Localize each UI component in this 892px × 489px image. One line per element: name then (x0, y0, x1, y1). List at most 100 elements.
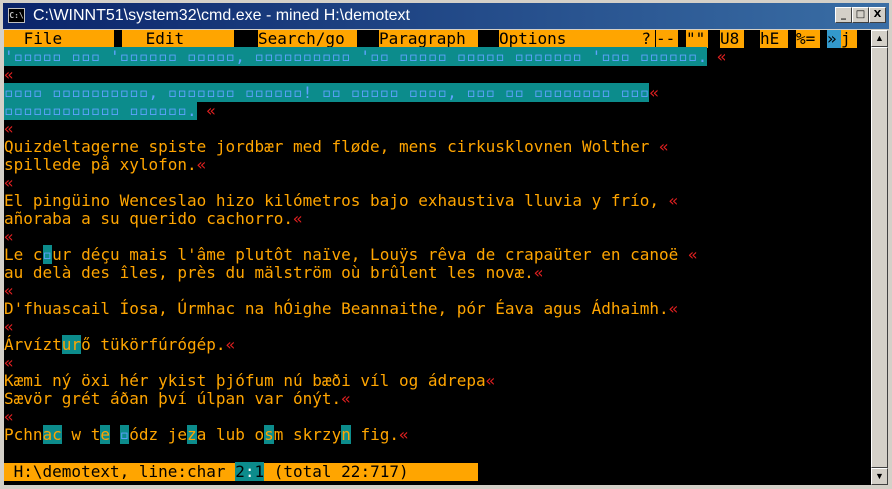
highlighted-text: s (264, 425, 274, 444)
text-content: El pingüino Wenceslao hizo kilómetros ba… (4, 191, 669, 210)
text-content: ▫▫▫▫▫▫▫▫▫▫▫▫ ▫▫▫▫▫▫. (4, 101, 197, 120)
text-content: ő tükörfúrógép. (81, 335, 226, 354)
text-line-20[interactable]: Sævör grét áðan því úlpan var ónýt.« (4, 390, 351, 408)
text-line-19[interactable]: Kæmi ný öxi hér ykist þjófum nú bæði víl… (4, 372, 495, 390)
highlighted-text: ac (42, 425, 62, 444)
text-line-21[interactable]: « (4, 408, 14, 426)
text-content: spillede på xylofon. (4, 155, 197, 174)
close-button[interactable]: X (869, 7, 886, 23)
text-content: Árvízt (4, 335, 62, 354)
menu-search[interactable]: Search/go (258, 30, 357, 48)
text-content: Quizdeltagerne spiste jordbær med fløde,… (4, 137, 660, 156)
text-line-2[interactable]: « (4, 66, 14, 84)
text-content: ódz je (129, 425, 188, 444)
text-line-5[interactable]: « (4, 120, 14, 138)
text-content: au delà des îles, près du mälström où br… (4, 263, 534, 282)
text-line-14[interactable]: « (4, 282, 14, 300)
cmd-icon[interactable]: C:\ (8, 8, 25, 23)
text-line-3[interactable]: ▫▫▫▫ ▫▫▫▫▫▫▫▫▫▫, ▫▫▫▫▫▫▫ ▫▫▫▫▫▫! ▫▫ ▫▫▫▫… (4, 83, 660, 102)
menu-help[interactable]: ? (599, 30, 655, 48)
highlighted-text: n (341, 425, 351, 444)
text-line-16[interactable]: « (4, 318, 14, 336)
text-content: m skrzy (273, 425, 342, 444)
eol-marker: « (533, 263, 544, 282)
unrenderable-glyph: ▫ (42, 245, 53, 264)
highlighted-text: ur (61, 335, 82, 354)
text-line-15[interactable]: D'fhuascail Íosa, Úrmhac na hÓighe Beann… (4, 300, 678, 318)
menu-paragraph[interactable]: Paragraph (379, 30, 478, 48)
menu-file[interactable]: File (4, 30, 114, 48)
menu-bar: File Edit Search/go Paragraph Options ? … (4, 30, 871, 48)
text-line-7[interactable]: spillede på xylofon.« (4, 156, 206, 174)
maximize-button[interactable]: □ (852, 7, 869, 23)
eol-marker: « (668, 191, 679, 210)
text-content: añoraba a su querido cachorro. (4, 209, 293, 228)
eol-marker: « (196, 101, 216, 120)
status-bar: H:\demotext, line:char 2:1 (total 22:717… (4, 462, 478, 481)
text-line-22[interactable]: Pchnac w te ▫ódz jeza lub osm skrzyn fig… (4, 425, 409, 444)
text-line-12[interactable]: Le c▫ur déçu mais l'âme plutôt naïve, Lo… (4, 245, 698, 264)
eol-marker: « (399, 425, 409, 444)
text-content: ur déçu mais l'âme plutôt naïve, Louÿs r… (52, 245, 688, 264)
text-content: Le c (4, 245, 43, 264)
eol-marker: « (707, 47, 727, 66)
window-title: C:\WINNT51\system32\cmd.exe - mined H:\d… (33, 7, 410, 24)
status-filename: H:\demotext, line:char (4, 462, 236, 481)
text-content: fig. (350, 425, 400, 444)
text-line-17[interactable]: Árvízturő tükörfúrógép.« (4, 335, 236, 354)
menu-he-toggle[interactable]: hE (760, 30, 788, 48)
scroll-up-arrow-icon[interactable]: ▲ (871, 30, 888, 47)
scroll-down-arrow-icon[interactable]: ▼ (871, 468, 888, 485)
text-content: Pchn (4, 425, 43, 444)
console-area[interactable]: File Edit Search/go Paragraph Options ? … (4, 30, 871, 485)
title-bar[interactable]: C:\ C:\WINNT51\system32\cmd.exe - mined … (3, 3, 889, 29)
text-line-8[interactable]: « (4, 174, 14, 192)
menu-options[interactable]: Options (499, 30, 599, 48)
text-line-11[interactable]: « (4, 228, 14, 246)
eol-marker: « (292, 209, 303, 228)
eol-marker: « (341, 389, 351, 408)
text-content (110, 425, 120, 444)
eol-marker: « (4, 173, 14, 192)
status-char-number: 1 (254, 462, 265, 481)
text-content: a lub o (196, 425, 265, 444)
eol-marker: « (649, 83, 660, 102)
text-line-4[interactable]: ▫▫▫▫▫▫▫▫▫▫▫▫ ▫▫▫▫▫▫. « (4, 101, 216, 120)
eol-marker: « (4, 407, 14, 426)
text-line-9[interactable]: El pingüino Wenceslao hizo kilómetros ba… (4, 192, 678, 210)
highlighted-text: e (100, 425, 110, 444)
menu-quote-toggle[interactable]: "" (686, 30, 708, 48)
minimize-button[interactable]: _ (835, 7, 852, 23)
eol-marker: « (4, 353, 14, 372)
eol-marker: « (485, 371, 496, 390)
menu-percent[interactable]: %= (796, 30, 820, 48)
text-content: D'fhuascail Íosa, Úrmhac na hÓighe Beann… (4, 299, 669, 318)
eol-marker: « (225, 335, 236, 354)
eol-marker: « (4, 227, 14, 246)
menu-encoding[interactable]: U8 (720, 30, 744, 48)
text-line-10[interactable]: añoraba a su querido cachorro.« (4, 210, 303, 228)
text-line-1[interactable]: '▫▫▫▫▫ ▫▫▫ '▫▫▫▫▫▫ ▫▫▫▫▫, ▫▫▫▫▫▫▫▫▫▫ '▫▫… (4, 47, 727, 66)
status-line-number: 2 (235, 462, 245, 481)
text-content: ▫▫▫▫ ▫▫▫▫▫▫▫▫▫▫, ▫▫▫▫▫▫▫ ▫▫▫▫▫▫! ▫▫ ▫▫▫▫… (4, 83, 650, 102)
unrenderable-glyph: ▫ (119, 425, 130, 444)
scroll-thumb[interactable] (871, 47, 888, 468)
eol-marker: « (687, 245, 698, 264)
text-line-18[interactable]: « (4, 354, 14, 372)
menu-j[interactable]: j (841, 30, 857, 48)
text-line-13[interactable]: au delà des îles, près du mälström où br… (4, 264, 543, 282)
menu-raquo[interactable]: » (827, 30, 841, 48)
eol-marker: « (659, 137, 669, 156)
text-content: w t (61, 425, 101, 444)
text-content: '▫▫▫▫▫ ▫▫▫ '▫▫▫▫▫▫ ▫▫▫▫▫, ▫▫▫▫▫▫▫▫▫▫ '▫▫… (4, 47, 708, 66)
text-line-6[interactable]: Quizdeltagerne spiste jordbær med fløde,… (4, 138, 669, 156)
highlighted-text: z (187, 425, 197, 444)
menu-edit[interactable]: Edit (122, 30, 234, 48)
text-content: Kæmi ný öxi hér ykist þjófum nú bæði víl… (4, 371, 486, 390)
console-window: C:\ C:\WINNT51\system32\cmd.exe - mined … (0, 0, 892, 489)
eol-marker: « (196, 155, 207, 174)
text-content: Sævör grét áðan því úlpan var ónýt. (4, 389, 342, 408)
vertical-scrollbar[interactable]: ▲ ▼ (871, 30, 888, 485)
menu-dash-toggle[interactable]: -- (656, 30, 678, 48)
status-total: (total 22:717) (264, 462, 419, 481)
